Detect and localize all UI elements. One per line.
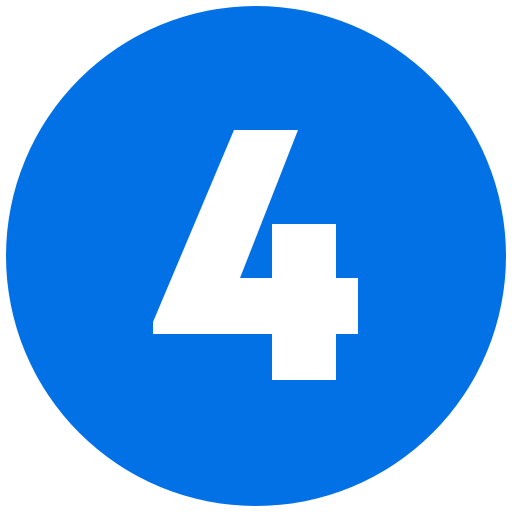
number-badge-graphic: 4 (6, 6, 506, 506)
number-badge: 4 (0, 0, 512, 512)
badge-number: 4 (253, 292, 259, 303)
badge-circle (6, 6, 506, 506)
